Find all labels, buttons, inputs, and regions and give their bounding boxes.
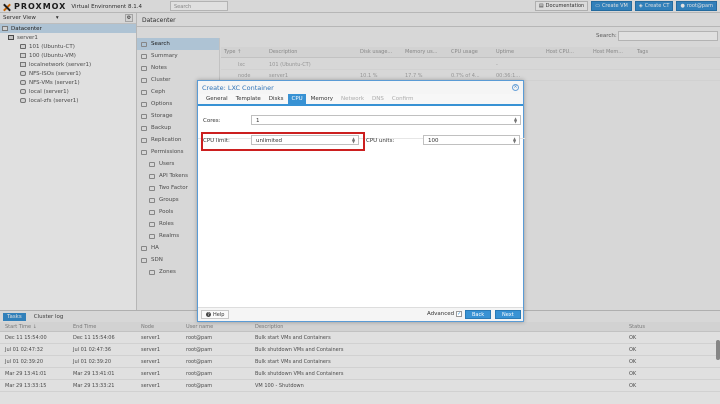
cpu-limit-highlight-box — [201, 132, 365, 151]
dialog-footer: ? Help Advanced ✓ Back Next — [198, 307, 523, 321]
advanced-checkbox[interactable]: ✓ — [456, 311, 463, 317]
cpu-units-value: 100 — [428, 138, 439, 144]
cpu-units-row: CPU units: — [366, 138, 394, 144]
dialog-title: Create: LXC Container — [202, 83, 274, 92]
next-button[interactable]: Next — [495, 310, 521, 319]
help-label: Help — [213, 311, 225, 318]
spinner-icon[interactable]: ▲ ▼ — [513, 117, 518, 124]
tab-template[interactable]: Template — [233, 94, 264, 104]
tab-confirm: Confirm — [391, 96, 414, 102]
cores-label: Cores: — [203, 118, 221, 124]
tab-memory[interactable]: Memory — [308, 94, 336, 104]
cores-row: Cores: — [203, 118, 220, 124]
back-button[interactable]: Back — [465, 310, 492, 319]
close-icon[interactable]: × — [512, 84, 519, 91]
cores-input[interactable]: 1 ▲ ▼ — [251, 115, 521, 125]
tab-network: Network — [341, 96, 365, 102]
advanced-toggle[interactable]: Advanced ✓ — [427, 311, 463, 317]
cores-value: 1 — [256, 118, 260, 124]
help-icon: ? — [206, 312, 211, 317]
tab-dns: DNS — [372, 96, 384, 102]
advanced-label: Advanced — [427, 311, 455, 317]
create-lxc-dialog: Create: LXC Container × General Template D… — [197, 80, 525, 322]
spinner-icon[interactable]: ▲ ▼ — [512, 137, 517, 144]
help-button[interactable]: ? Help — [201, 310, 230, 319]
cpu-units-label: CPU units: — [366, 138, 395, 144]
tab-general[interactable]: General — [203, 94, 231, 104]
tab-disks[interactable]: Disks — [266, 94, 287, 104]
dialog-title-bar: Create: LXC Container × — [198, 81, 523, 94]
dialog-tabs: General Template Disks CPU Memory Network DNS C… — [198, 94, 523, 106]
tab-cpu[interactable]: CPU — [288, 94, 306, 104]
cpu-units-input[interactable]: 100 ▲ ▼ — [423, 135, 520, 145]
